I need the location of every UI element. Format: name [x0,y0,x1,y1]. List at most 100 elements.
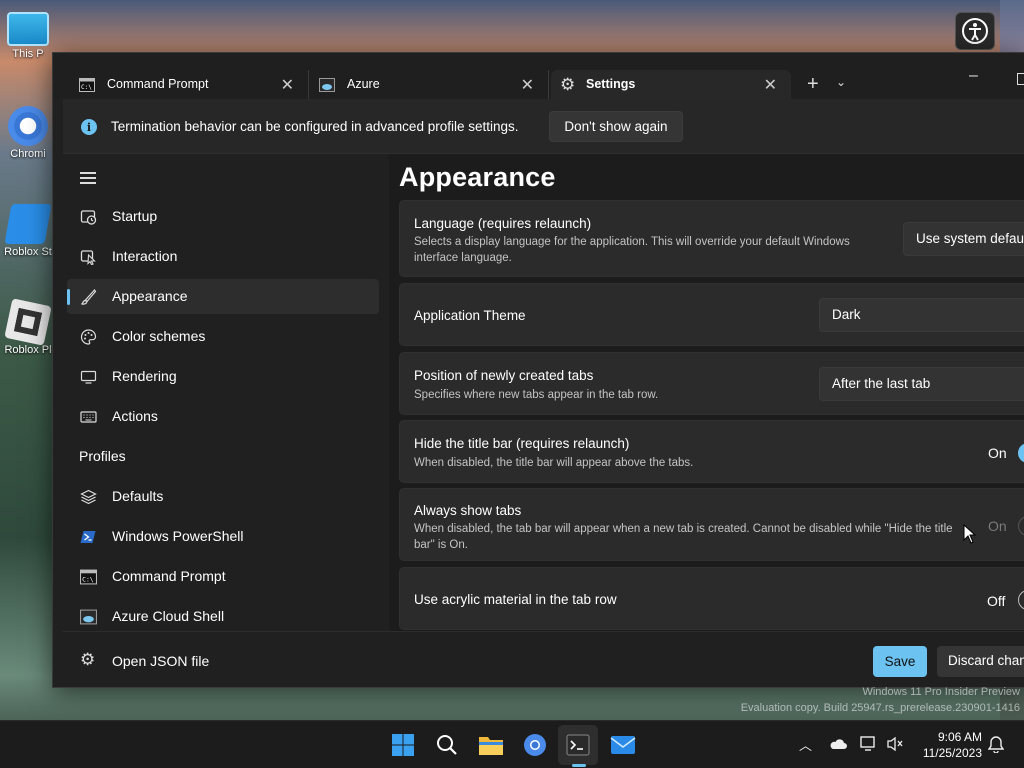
sidebar-item-azure-cloud-shell[interactable]: Azure Cloud Shell [67,599,379,634]
accessibility-icon[interactable] [955,12,995,50]
mouse-cursor-icon [963,524,976,544]
onedrive-cloud-icon[interactable] [829,738,847,750]
save-button[interactable]: Save [873,646,927,677]
sidebar-item-interaction[interactable]: Interaction [67,239,379,274]
brush-icon [81,289,97,305]
sidebar-item-label: Appearance [112,288,188,304]
desktop-icon-chromium[interactable]: Chromi [0,106,56,160]
clock-time: 9:06 AM [937,730,982,744]
network-icon[interactable] [860,736,878,752]
this-pc-icon [7,12,49,46]
desktop-icon-label: Roblox St [4,246,52,258]
chromium-icon [524,734,546,756]
dont-show-again-button[interactable]: Don't show again [549,111,683,142]
sidebar-footer: ⚙ Open JSON file [63,631,389,687]
monitor-icon [80,370,97,384]
discard-changes-button[interactable]: Discard changes [937,646,1024,677]
chromium-icon [8,106,48,146]
setting-title: Hide the title bar (requires relaunch) [414,436,630,451]
sidebar-item-label: Defaults [112,488,164,504]
sidebar-item-windows-powershell[interactable]: Windows PowerShell [67,519,379,554]
watermark-line-1: Windows 11 Pro Insider Preview [862,686,1020,698]
settings-content: Appearance Language (requires relaunch) … [389,154,1024,631]
sidebar-item-actions[interactable]: Actions [67,399,379,434]
azure-cloud-icon [319,78,335,92]
search-button[interactable] [433,731,461,759]
notification-bell-icon[interactable] [988,735,1004,753]
setting-language: Language (requires relaunch) Selects a d… [399,200,1024,277]
close-icon[interactable]: ✕ [281,75,294,95]
tab-settings[interactable]: ⚙ Settings ✕ [551,70,791,99]
setting-always-show-tabs: Always show tabs When disabled, the tab … [399,488,1024,561]
sidebar-item-appearance[interactable]: Appearance [67,279,379,314]
tab-title: Azure [347,77,380,91]
roblox-player-icon [4,298,52,346]
tab-title: Command Prompt [107,77,209,91]
chromium-taskbar-button[interactable] [521,731,549,759]
tab-azure[interactable]: Azure ✕ [293,70,549,99]
open-json-file-button[interactable]: ⚙ Open JSON file [67,644,379,679]
settings-sidebar: Startup Interaction Appearance Color sch… [63,154,389,687]
setting-tab-position: Position of newly created tabs Specifies… [399,352,1024,415]
tab-title: Settings [586,77,636,91]
sidebar-item-command-prompt[interactable]: C:\ Command Prompt [67,559,379,594]
sidebar-item-label: Startup [112,208,158,224]
startup-icon [80,210,97,225]
gear-icon: ⚙ [560,75,576,94]
toggle-state-label: On [988,445,1007,461]
setting-description: When disabled, the title bar will appear… [414,457,694,469]
keyboard-icon [80,411,97,423]
start-button[interactable] [389,731,417,759]
close-icon[interactable]: ✕ [764,75,777,95]
open-json-file-label: Open JSON file [112,653,210,669]
tab-bar: C:\ Command Prompt ✕ Azure ✕ ⚙ Settings … [53,53,1024,99]
clock-date: 11/25/2023 [922,746,982,760]
theme-dropdown[interactable]: Dark [819,298,1024,332]
tab-position-dropdown[interactable]: After the last tab [819,367,1024,401]
sidebar-item-label: Windows PowerShell [112,528,244,544]
taskbar: ︿ 9:06 AM 11/25/2023 [0,720,1024,768]
setting-title: Language (requires relaunch) [414,216,592,231]
close-icon[interactable]: ✕ [521,75,534,95]
cmd-icon: C:\ [80,569,97,585]
watermark-line-2: Evaluation copy. Build 25947.rs_prerelea… [740,702,1020,714]
desktop-icon-label: Roblox Pl [4,344,52,356]
sidebar-item-defaults[interactable]: Defaults [67,479,379,514]
setting-hide-title-bar: Hide the title bar (requires relaunch) W… [399,420,1024,483]
desktop-icon-roblox-player[interactable]: Roblox Pl [0,298,56,356]
clock[interactable]: 9:06 AM 11/25/2023 [918,729,982,761]
chevron-up-icon[interactable]: ︿ [799,735,812,754]
acrylic-toggle[interactable] [1018,590,1024,610]
desktop-icon-roblox-studio[interactable]: Roblox St [0,204,56,258]
terminal-icon [566,734,590,756]
page-title: Appearance [399,162,556,192]
setting-title: Use acrylic material in the tab row [414,592,617,607]
new-tab-button[interactable]: + [807,73,819,96]
hide-title-bar-toggle[interactable] [1018,443,1024,463]
svg-text:C:\: C:\ [82,575,94,583]
mail-icon [610,736,636,754]
sidebar-item-label: Rendering [112,368,177,384]
sidebar-item-rendering[interactable]: Rendering [67,359,379,394]
maximize-button[interactable] [1017,73,1024,85]
hamburger-menu-icon[interactable] [80,172,96,184]
azure-cloud-icon [80,609,97,625]
always-show-tabs-toggle[interactable] [1018,516,1024,536]
desktop-icon-this-pc[interactable]: This P [0,12,56,60]
mail-button[interactable] [609,731,637,759]
volume-muted-icon[interactable] [886,736,904,752]
terminal-taskbar-button[interactable] [564,731,592,767]
sidebar-item-color-schemes[interactable]: Color schemes [67,319,379,354]
setting-title: Position of newly created tabs [414,368,594,383]
minimize-button[interactable]: – [969,67,978,85]
profiles-header: Profiles [79,448,126,464]
sidebar-item-startup[interactable]: Startup [67,199,379,234]
file-explorer-button[interactable] [477,731,505,759]
powershell-icon [80,531,96,543]
windows-logo-icon [392,734,414,756]
desktop-icon-label: This P [12,48,44,60]
tab-command-prompt[interactable]: C:\ Command Prompt ✕ [53,70,309,99]
chevron-down-icon[interactable]: ⌄ [836,75,846,89]
setting-description: Specifies where new tabs appear in the t… [414,389,659,401]
language-dropdown[interactable]: Use system default [903,222,1024,256]
